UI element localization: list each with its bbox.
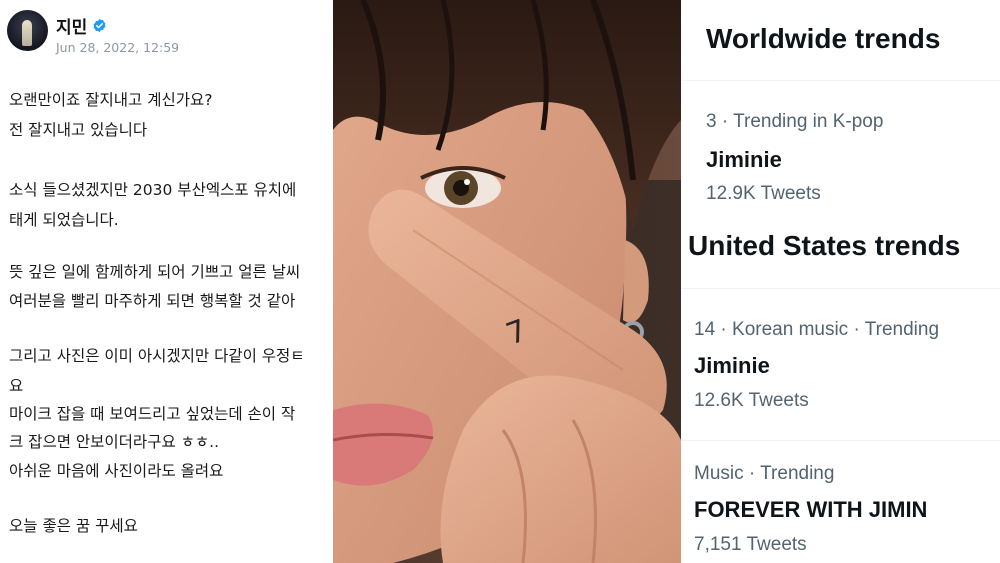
tweet-line: 아쉬운 마음에 사진이라도 올려요 [9,462,224,480]
trend-meta: Music · Trending [694,463,835,484]
divider [681,440,1000,441]
tweet-line: 태게 되었습니다. [9,211,119,229]
tweet-photo[interactable]: 7 [333,0,681,563]
tweet-line: 오늘 좋은 꿈 꾸세요 [9,517,138,535]
tweet-line: 크 잡으면 안보이더라구요 ㅎㅎ.. [9,433,220,451]
trend-meta: 3 · Trending in K-pop [706,111,884,132]
trend-meta: 14 · Korean music · Trending [694,319,940,340]
tweet-line: 여러분을 빨리 마주하게 되면 행복할 것 같아 [9,292,296,310]
trend-count: 7,151 Tweets [694,534,807,555]
tweet-line: 그리고 사진은 이미 아시겠지만 다같이 우정ㅌ [9,347,305,365]
tweet-line: 마이크 잡을 때 보여드리고 싶었는데 손이 작 [9,405,296,423]
selfie-illustration: 7 [333,0,681,563]
us-trends-heading: United States trends [688,230,961,261]
tweet-timestamp[interactable]: Jun 28, 2022, 12:59 [56,40,179,55]
tweet-line: 오랜만이죠 잘지내고 계신가요? [9,91,213,109]
verified-badge-icon [93,18,106,33]
tweet-line: 전 잘지내고 있습니다 [9,121,148,139]
worldwide-trends-heading: Worldwide trends [706,23,941,54]
author-header: 지민 [56,13,107,38]
tweet-line: 뜻 깊은 일에 함께하게 되어 기쁘고 얼른 날씨 [9,263,301,281]
author-avatar[interactable] [7,10,48,51]
tweet-line: 요 [9,377,24,395]
trend-name[interactable]: Jiminie [694,353,770,379]
tweet-line: 소식 들으셨겠지만 2030 부산엑스포 유치에 [9,181,297,199]
trend-name[interactable]: Jiminie [706,147,782,173]
trend-count: 12.6K Tweets [694,390,809,411]
divider [681,80,1000,81]
tweet-panel: 지민 Jun 28, 2022, 12:59 오랜만이죠 잘지내고 계신가요? … [0,0,333,563]
divider [681,288,1000,289]
trend-name[interactable]: FOREVER WITH JIMIN [694,497,927,523]
author-name[interactable]: 지민 [56,13,87,38]
trend-count: 12.9K Tweets [706,183,821,204]
trends-panel: Worldwide trends 3 · Trending in K-pop J… [681,0,1000,563]
